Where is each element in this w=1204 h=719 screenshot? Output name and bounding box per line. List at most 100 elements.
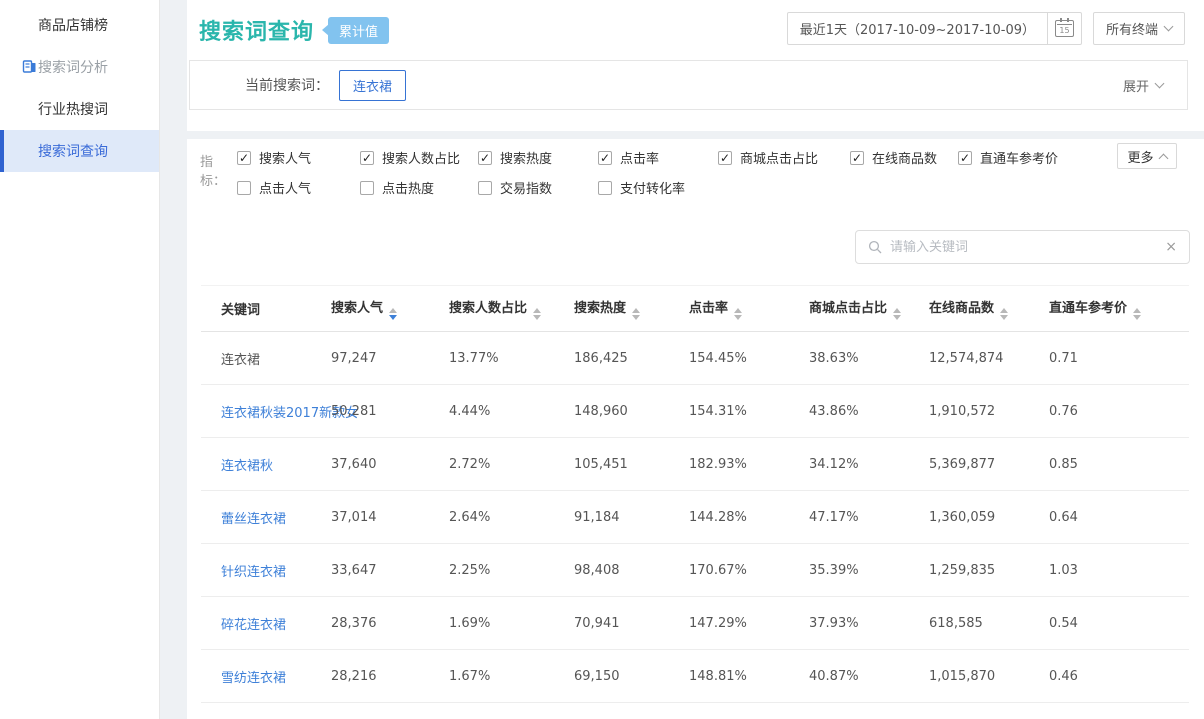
checkbox-checked-icon: ✓ xyxy=(360,151,374,165)
title-row: 搜索词查询 累计值 xyxy=(199,14,389,46)
indicator-checkbox-label: 交易指数 xyxy=(500,178,552,197)
sort-icon xyxy=(734,308,742,320)
indicator-checkbox[interactable]: ✓点击率 xyxy=(598,148,718,167)
indicator-section: 指标： ✓搜索人气✓搜索人数占比✓搜索热度✓点击率✓商城点击占比✓在线商品数✓直… xyxy=(200,148,1058,197)
indicator-checkbox-label: 搜索人气 xyxy=(259,148,311,167)
column-header-label: 直通车参考价 xyxy=(1049,301,1127,316)
column-header-label: 搜索人气 xyxy=(331,301,383,316)
metric-cell: 154.31% xyxy=(689,385,809,438)
sidebar-item-4[interactable]: 搜索词查询 xyxy=(0,130,159,172)
indicator-checkbox[interactable]: ✓ 搜索人数占比 xyxy=(360,148,478,167)
checkbox-checked-icon: ✓ xyxy=(478,151,492,165)
column-header-label: 搜索热度 xyxy=(574,301,626,316)
column-header[interactable]: 点击率 xyxy=(689,286,809,332)
indicator-checkbox[interactable]: ✓直通车参考价 xyxy=(958,148,1058,167)
keyword-search-input[interactable] xyxy=(890,240,1157,255)
keyword-link[interactable]: 碎花连衣裙 xyxy=(221,618,286,633)
expand-toggle[interactable]: 展开 xyxy=(1123,76,1163,95)
checkbox-checked-icon: ✓ xyxy=(598,151,612,165)
more-button[interactable]: 更多 xyxy=(1117,143,1177,169)
keyword-link[interactable]: 连衣裙秋 xyxy=(221,459,273,474)
sort-icon xyxy=(1133,308,1141,320)
indicator-checkbox[interactable]: ✓在线商品数 xyxy=(850,148,958,167)
metric-cell: 105,451 xyxy=(574,438,689,491)
table-row: 连衣裙97,24713.77%186,425154.45%38.63%12,57… xyxy=(201,332,1189,385)
current-term-bar: 当前搜索词： 连衣裙 展开 xyxy=(189,60,1188,110)
sidebar-item-label: 商品店铺榜 xyxy=(38,15,108,35)
indicator-checkbox-label: 直通车参考价 xyxy=(980,148,1058,167)
keyword-search-box: × xyxy=(855,230,1190,264)
indicator-checkbox[interactable]: ✓商城点击占比 xyxy=(718,148,850,167)
metric-cell: 28,376 xyxy=(331,597,449,650)
column-header-label: 搜索人数占比 xyxy=(449,301,527,316)
metric-cell: 1,259,835 xyxy=(929,544,1049,597)
metric-cell: 147.29% xyxy=(689,597,809,650)
sidebar-item-3[interactable]: 行业热搜词 xyxy=(0,88,159,130)
checkbox-unchecked-icon xyxy=(478,181,492,195)
metric-cell: 98,408 xyxy=(574,544,689,597)
table-body: 连衣裙97,24713.77%186,425154.45%38.63%12,57… xyxy=(201,332,1189,703)
chevron-down-icon xyxy=(1164,22,1174,32)
keyword-link[interactable]: 蕾丝连衣裙 xyxy=(221,512,286,527)
column-header[interactable]: 搜索人气 xyxy=(331,286,449,332)
column-header: 关键词 xyxy=(201,286,331,332)
metric-cell: 0.46 xyxy=(1049,650,1189,703)
sidebar-item-2[interactable]: 搜索词分析 xyxy=(0,46,159,88)
metric-cell: 182.93% xyxy=(689,438,809,491)
table-row: 连衣裙秋装2017新款女50,2814.44%148,960154.31%43.… xyxy=(201,385,1189,438)
column-header[interactable]: 搜索热度 xyxy=(574,286,689,332)
sort-icon xyxy=(389,308,397,320)
page-title: 搜索词查询 xyxy=(199,14,314,46)
sort-icon xyxy=(533,308,541,320)
checkbox-checked-icon: ✓ xyxy=(237,151,251,165)
indicator-checkbox[interactable]: 点击人气 xyxy=(237,178,360,197)
keyword-link[interactable]: 针织连衣裙 xyxy=(221,565,286,580)
keyword-text: 连衣裙 xyxy=(201,332,331,385)
metric-cell: 186,425 xyxy=(574,332,689,385)
indicator-checkbox[interactable]: 点击热度 xyxy=(360,178,478,197)
clear-icon[interactable]: × xyxy=(1157,239,1177,255)
keywords-table: 关键词 搜索人气 搜索人数占比 搜索热度 点击率商城点击占比在线商品数直通车参考价 连衣… xyxy=(201,285,1189,703)
metric-cell: 0.76 xyxy=(1049,385,1189,438)
metric-cell: 1,015,870 xyxy=(929,650,1049,703)
indicator-section-label: 指标： xyxy=(200,151,237,197)
indicator-checkbox[interactable]: ✓搜索热度 xyxy=(478,148,598,167)
sidebar-item-1[interactable]: 商品店铺榜 xyxy=(0,4,159,46)
metric-cell: 618,585 xyxy=(929,597,1049,650)
indicator-checkbox[interactable]: 交易指数 xyxy=(478,178,598,197)
checkbox-unchecked-icon xyxy=(598,181,612,195)
table-row: 连衣裙秋37,6402.72%105,451182.93%34.12%5,369… xyxy=(201,438,1189,491)
table-row: 碎花连衣裙28,3761.69%70,941147.29%37.93%618,5… xyxy=(201,597,1189,650)
keyword-link[interactable]: 雪纺连衣裙 xyxy=(221,671,286,686)
metric-cell: 33,647 xyxy=(331,544,449,597)
indicator-checkbox-label: 在线商品数 xyxy=(872,148,937,167)
metric-cell: 34.12% xyxy=(809,438,929,491)
sidebar-nav: 商品店铺榜搜索词分析行业热搜词搜索词查询 xyxy=(0,4,159,172)
date-range-picker[interactable]: 最近1天（2017-10-09~2017-10-09） 15 xyxy=(787,12,1082,45)
metric-cell: 148,960 xyxy=(574,385,689,438)
metric-cell: 144.28% xyxy=(689,491,809,544)
checkbox-unchecked-icon xyxy=(237,181,251,195)
column-header-label: 关键词 xyxy=(221,303,260,318)
indicator-checkbox-label: 搜索人数占比 xyxy=(382,148,460,167)
indicator-checkbox-label: 支付转化率 xyxy=(620,178,685,197)
chevron-down-icon xyxy=(1155,78,1165,88)
metric-cell: 1.03 xyxy=(1049,544,1189,597)
header-controls: 最近1天（2017-10-09~2017-10-09） 15 所有终端 xyxy=(787,12,1185,45)
table-row: 雪纺连衣裙28,2161.67%69,150148.81%40.87%1,015… xyxy=(201,650,1189,703)
column-header[interactable]: 搜索人数占比 xyxy=(449,286,574,332)
terminal-select[interactable]: 所有终端 xyxy=(1093,12,1185,45)
table-header-row: 关键词 搜索人气 搜索人数占比 搜索热度 点击率商城点击占比在线商品数直通车参考价 xyxy=(201,286,1189,332)
column-header[interactable]: 商城点击占比 xyxy=(809,286,929,332)
ledger-icon xyxy=(22,59,37,74)
column-header[interactable]: 直通车参考价 xyxy=(1049,286,1189,332)
sort-icon xyxy=(632,308,640,320)
indicator-checkbox[interactable]: 支付转化率 xyxy=(598,178,718,197)
indicator-checkbox[interactable]: ✓ 搜索人气 xyxy=(237,148,360,167)
calendar-button[interactable]: 15 xyxy=(1047,13,1081,44)
current-term-tag[interactable]: 连衣裙 xyxy=(339,70,406,101)
metric-cell: 154.45% xyxy=(689,332,809,385)
column-header[interactable]: 在线商品数 xyxy=(929,286,1049,332)
metric-cell: 37.93% xyxy=(809,597,929,650)
metric-cell: 12,574,874 xyxy=(929,332,1049,385)
